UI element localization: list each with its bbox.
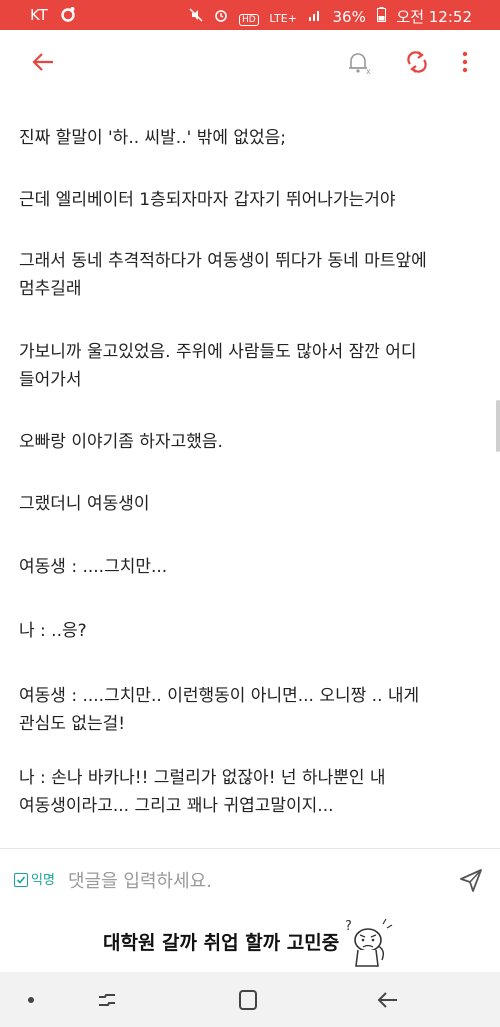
svg-text:x: x <box>366 67 371 76</box>
home-icon[interactable] <box>233 985 263 1015</box>
app-bar: x <box>0 30 500 96</box>
anonymous-label[interactable]: 익명 <box>31 869 55 888</box>
worried-character-icon: ? <box>342 916 398 970</box>
notification-off-icon[interactable]: x <box>340 44 376 80</box>
status-bar: KT HD LTE+ 36% 오전 12:52 <box>0 0 500 30</box>
network-type: LTE+ <box>269 12 297 25</box>
post-paragraph: 근데 엘리베이터 1층되자마자 갑자기 뛰어나가는거야 <box>19 190 396 210</box>
carrier-name: KT <box>30 6 48 24</box>
comment-bar: 익명 <box>0 848 500 911</box>
recent-apps-icon[interactable] <box>92 985 122 1015</box>
comment-input[interactable] <box>66 864 430 898</box>
dot-icon[interactable] <box>16 985 46 1015</box>
ad-banner[interactable]: 대학원 갈까 취업 할까 고민중 ? <box>0 910 500 972</box>
post-paragraph: 그랬더니 여동생이 <box>19 494 150 514</box>
notification-icon <box>60 6 76 26</box>
hd-icon: HD <box>238 14 259 26</box>
back-arrow-icon[interactable] <box>26 44 62 80</box>
back-icon[interactable] <box>373 985 403 1015</box>
post-paragraph: 오빠랑 이야기좀 하자고했음. <box>19 432 223 452</box>
post-paragraph: 여동생 : ....그치만.. 이런행동이 아니면... 오니짱 .. 내게 관… <box>19 686 420 734</box>
status-right: HD LTE+ 36% 오전 12:52 <box>189 6 472 27</box>
alarm-icon <box>214 8 228 26</box>
post-paragraph: 나 : ..응? <box>19 621 87 641</box>
clock: 오전 12:52 <box>396 8 472 26</box>
refresh-icon[interactable] <box>399 44 435 80</box>
send-icon[interactable] <box>456 865 486 895</box>
mute-icon <box>189 8 203 26</box>
system-nav-bar <box>0 972 500 1027</box>
more-vertical-icon[interactable] <box>447 44 483 80</box>
battery-level: 36% <box>332 8 366 26</box>
post-paragraph: 여동생 : ....그치만... <box>19 557 168 577</box>
svg-text:?: ? <box>345 919 352 934</box>
post-paragraph: 가보니까 울고있었음. 주위에 사람들도 많아서 잠깐 어디 들어가서 <box>19 342 417 390</box>
post-paragraph: 진짜 할말이 '하.. 씨발..' 밖에 없었음; <box>19 128 287 148</box>
banner-text: 대학원 갈까 취업 할까 고민중 <box>103 932 340 954</box>
post-paragraph: 그래서 동네 추격적하다가 여동생이 뛰다가 동네 마트앞에 멈추길래 <box>19 251 427 299</box>
post-content: 진짜 할말이 '하.. 씨발..' 밖에 없었음; 근데 엘리베이터 1층되자마… <box>0 96 500 846</box>
anonymous-checkbox[interactable] <box>14 873 28 887</box>
battery-icon <box>376 7 386 26</box>
signal-icon <box>308 8 322 26</box>
scrollbar[interactable] <box>496 400 500 452</box>
post-paragraph: 나 : 손나 바카나!! 그럴리가 없잖아! 넌 하나뿐인 내 여동생이라고..… <box>19 768 386 816</box>
